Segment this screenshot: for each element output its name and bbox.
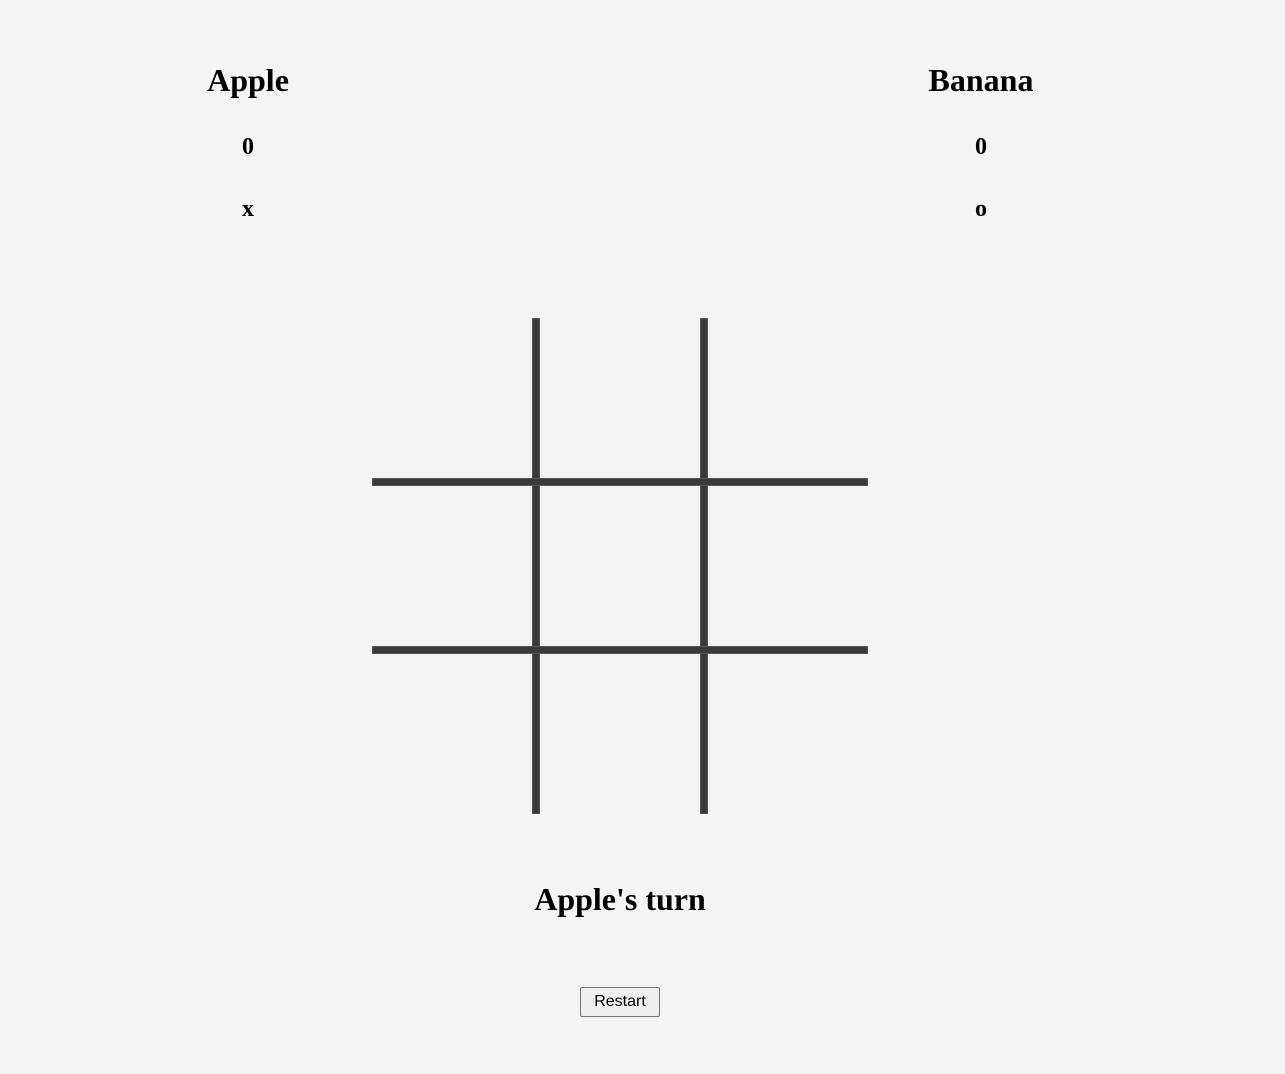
- turn-status: Apple's turn: [534, 881, 706, 917]
- board-cell-9[interactable]: [703, 649, 868, 814]
- player-1-panel: Apple 0 x: [128, 60, 368, 224]
- board-cell-4[interactable]: [372, 483, 537, 648]
- board-cell-8[interactable]: [537, 649, 702, 814]
- player-2-panel: Banana 0 o: [861, 60, 1101, 224]
- player-2-name: Banana: [928, 62, 1034, 98]
- restart-button[interactable]: Restart: [580, 987, 660, 1017]
- player-1-symbol: x: [242, 196, 254, 222]
- player-2-symbol: o: [975, 196, 987, 222]
- board-cell-5[interactable]: [537, 483, 702, 648]
- game-board: [372, 318, 868, 814]
- player-1-name: Apple: [207, 62, 289, 98]
- board-cell-7[interactable]: [372, 649, 537, 814]
- player-2-score: 0: [975, 134, 987, 160]
- board-cell-1[interactable]: [372, 318, 537, 483]
- player-1-score: 0: [242, 134, 254, 160]
- board-cell-3[interactable]: [703, 318, 868, 483]
- board-cell-2[interactable]: [537, 318, 702, 483]
- board-cell-6[interactable]: [703, 483, 868, 648]
